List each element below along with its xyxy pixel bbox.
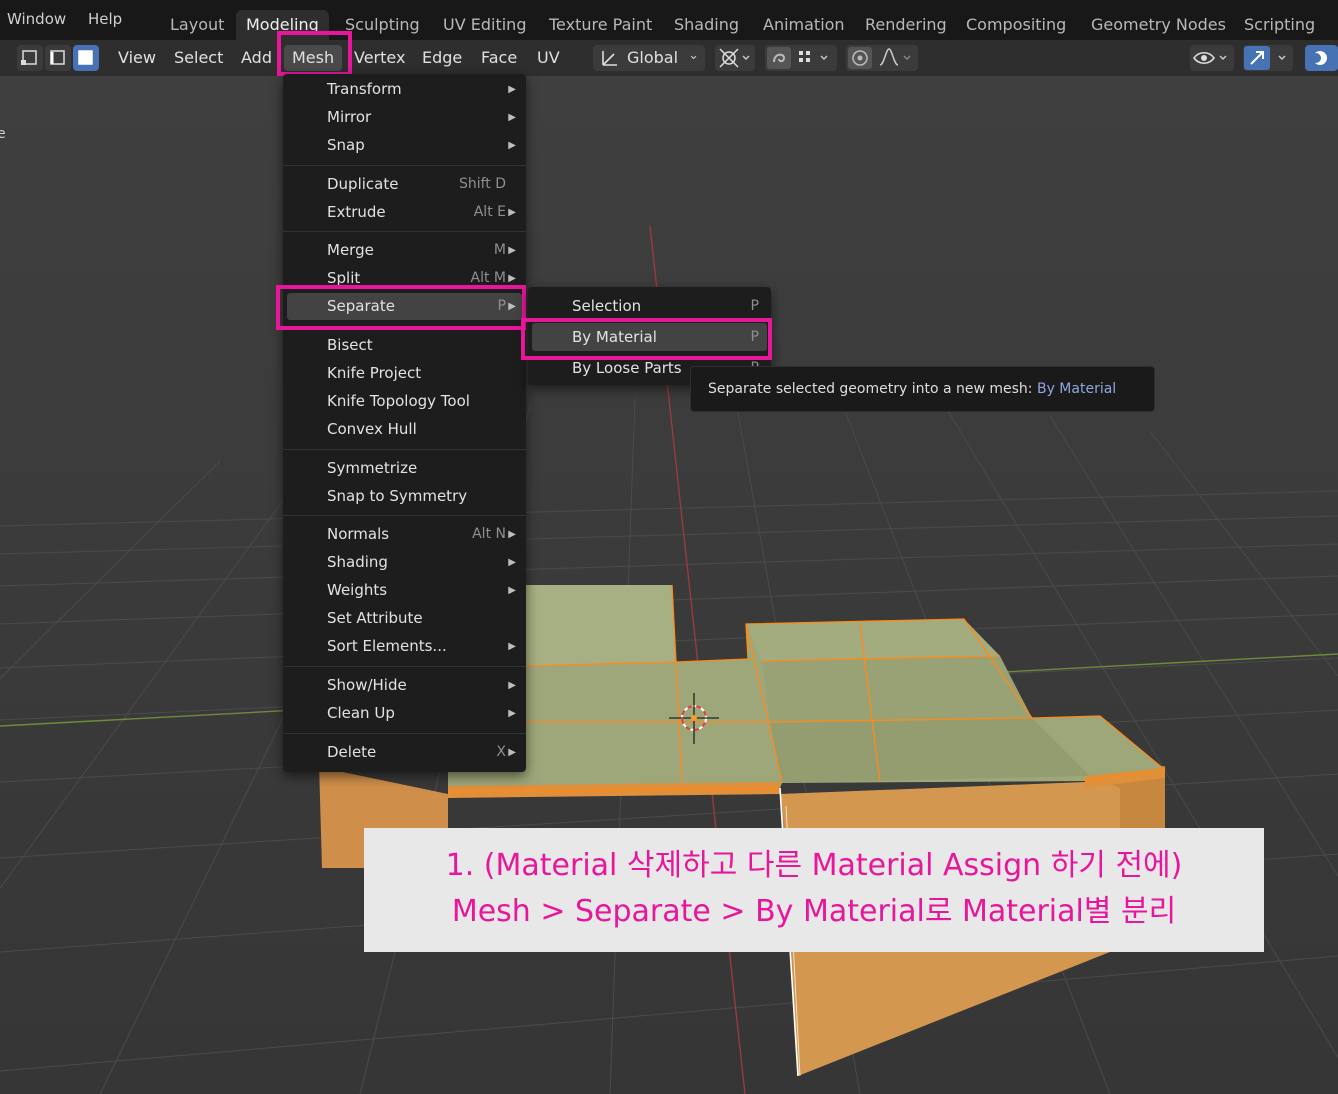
menu-item-separate[interactable]: Separate P ▶ (287, 293, 522, 320)
edge-select-icon[interactable] (45, 45, 71, 71)
snap-icon (767, 47, 828, 69)
menu-item-snap-to-symmetry[interactable]: Snap to Symmetry (283, 483, 526, 510)
submenu-arrow-icon: ▶ (508, 747, 516, 758)
header-menu-view[interactable]: View (118, 48, 156, 68)
menu-item-extrude[interactable]: Extrude Alt E ▶ (283, 199, 526, 226)
menu-item-knife-project[interactable]: Knife Project (283, 360, 526, 387)
visibility-dropdown[interactable] (1190, 45, 1234, 71)
gizmo-icon (1244, 46, 1286, 70)
pivot-point-dropdown[interactable] (715, 45, 755, 71)
overlay-icon (1311, 51, 1327, 65)
submenu-arrow-icon: ▶ (508, 273, 516, 284)
menu-separator (283, 515, 526, 516)
submenu-arrow-icon: ▶ (508, 680, 516, 691)
menu-window[interactable]: Window (7, 10, 66, 28)
menu-item-duplicate[interactable]: Duplicate Shift D (283, 171, 526, 198)
overlays-toggle[interactable] (1305, 45, 1338, 71)
submenu-arrow-icon: ▶ (508, 207, 516, 218)
tab-layout[interactable]: Layout (160, 10, 234, 40)
header-menu-select[interactable]: Select (174, 48, 223, 68)
tab-animation[interactable]: Animation (753, 10, 855, 40)
tab-shading[interactable]: Shading (664, 10, 749, 40)
tooltip: Separate selected geometry into a new me… (690, 366, 1155, 412)
caption-line-2: Mesh > Separate > By Material로 Material별… (451, 894, 1177, 929)
tab-modeling[interactable]: Modeling (236, 10, 329, 40)
snapping-group[interactable] (765, 45, 837, 71)
tab-texture-paint[interactable]: Texture Paint (539, 10, 662, 40)
submenu-arrow-icon: ▶ (508, 708, 516, 719)
menu-separator (283, 449, 526, 450)
submenu-arrow-icon: ▶ (508, 84, 516, 95)
submenu-arrow-icon: ▶ (508, 112, 516, 123)
tab-geometry-nodes[interactable]: Geometry Nodes (1081, 10, 1236, 40)
menu-item-symmetrize[interactable]: Symmetrize (283, 455, 526, 482)
vertex-select-icon[interactable] (17, 45, 43, 71)
menu-separator (283, 165, 526, 166)
tooltip-python-value: By Material (1036, 381, 1117, 397)
menu-item-separate-selection[interactable]: Selection P (528, 292, 771, 320)
menu-item-shading[interactable]: Shading ▶ (283, 549, 526, 576)
menu-item-transform[interactable]: Transform ▶ (283, 76, 526, 103)
workspace-bar: Window Help Layout Modeling Sculpting UV… (0, 0, 1338, 40)
menu-item-sort-elements[interactable]: Sort Elements... ▶ (283, 633, 526, 660)
menu-item-show-hide[interactable]: Show/Hide ▶ (283, 672, 526, 699)
gizmo-dropdown[interactable] (1243, 45, 1293, 71)
menu-separator (283, 733, 526, 734)
axes-icon (602, 51, 617, 66)
menu-item-mirror[interactable]: Mirror ▶ (283, 104, 526, 131)
tab-uv-editing[interactable]: UV Editing (433, 10, 536, 40)
header-menu-face[interactable]: Face (481, 48, 517, 68)
menu-item-separate-by-material[interactable]: By Material P (532, 323, 767, 351)
menu-item-bisect[interactable]: Bisect (283, 332, 526, 359)
chevron-down-icon: ⌄ (688, 48, 699, 63)
submenu-arrow-icon: ▶ (508, 641, 516, 652)
submenu-arrow-icon: ▶ (508, 140, 516, 151)
menu-item-weights[interactable]: Weights ▶ (283, 577, 526, 604)
eye-icon (1193, 51, 1227, 65)
caption-line-1: 1. (Material 삭제하고 다른 Material Assign 하기 … (445, 848, 1183, 883)
submenu-arrow-icon: ▶ (508, 529, 516, 540)
submenu-arrow-icon: ▶ (508, 301, 516, 312)
face-select-icon[interactable] (73, 45, 99, 71)
proportional-edit-icon (848, 47, 911, 69)
header-menu-uv[interactable]: UV (537, 48, 560, 68)
menu-item-merge[interactable]: Merge M ▶ (283, 237, 526, 264)
menu-help[interactable]: Help (88, 10, 122, 28)
submenu-arrow-icon: ▶ (508, 585, 516, 596)
menu-item-delete[interactable]: Delete X ▶ (283, 739, 526, 766)
header-menu-vertex[interactable]: Vertex (354, 48, 405, 68)
tooltip-text: Separate selected geometry into a new me… (708, 381, 1033, 397)
menu-item-snap[interactable]: Snap ▶ (283, 132, 526, 159)
menu-item-split[interactable]: Split Alt M ▶ (283, 265, 526, 292)
menu-item-convex-hull[interactable]: Convex Hull (283, 416, 526, 443)
viewport-overlay-text-fragment: e (0, 126, 6, 142)
menu-item-normals[interactable]: Normals Alt N ▶ (283, 521, 526, 548)
tab-sculpting[interactable]: Sculpting (335, 10, 430, 40)
menu-item-clean-up[interactable]: Clean Up ▶ (283, 700, 526, 727)
menu-item-knife-topology-tool[interactable]: Knife Topology Tool (283, 388, 526, 415)
menu-item-set-attribute[interactable]: Set Attribute (283, 605, 526, 632)
mesh-menu: Transform ▶ Mirror ▶ Snap ▶ Duplicate Shift … (283, 74, 526, 772)
menu-separator (283, 666, 526, 667)
submenu-arrow-icon: ▶ (508, 557, 516, 568)
pivot-icon (719, 48, 750, 68)
proportional-edit-group[interactable] (846, 45, 918, 71)
submenu-arrow-icon: ▶ (508, 245, 516, 256)
transform-orientation-dropdown[interactable]: Global ⌄ (593, 45, 705, 71)
viewport-header: View Select Add Mesh Vertex Edge Face UV… (0, 40, 1338, 76)
tab-compositing[interactable]: Compositing (956, 10, 1076, 40)
tab-rendering[interactable]: Rendering (855, 10, 957, 40)
header-menu-edge[interactable]: Edge (422, 48, 462, 68)
menu-separator (283, 231, 526, 232)
header-menu-add[interactable]: Add (241, 48, 272, 68)
annotation-caption: 1. (Material 삭제하고 다른 Material Assign 하기 … (364, 828, 1264, 952)
orientation-label: Global (627, 48, 679, 67)
tab-scripting[interactable]: Scripting (1234, 10, 1325, 40)
header-menu-mesh[interactable]: Mesh (292, 48, 334, 68)
